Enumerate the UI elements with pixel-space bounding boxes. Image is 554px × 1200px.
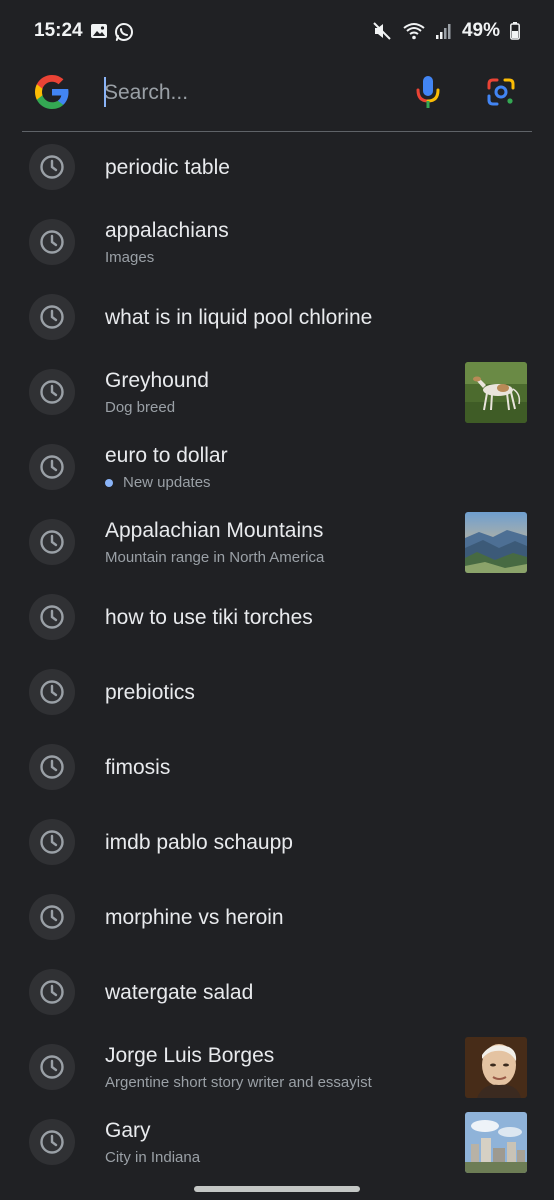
- update-label: New updates: [123, 474, 211, 491]
- history-item-subtitle: Argentine short story writer and essayis…: [105, 1074, 372, 1091]
- clock-icon: [29, 1044, 75, 1090]
- history-item-title: periodic table: [105, 155, 230, 179]
- history-item-text: fimosis: [105, 730, 454, 805]
- clock-icon: [29, 594, 75, 640]
- history-item[interactable]: Gary City in Indiana: [0, 1105, 554, 1180]
- history-item-title: Jorge Luis Borges: [105, 1044, 275, 1067]
- history-item[interactable]: Greyhound Dog breed: [0, 355, 554, 430]
- search-history-list: periodic table appalachians Images what …: [0, 130, 554, 1180]
- history-item-text: periodic table: [105, 130, 454, 205]
- search-bar: [0, 64, 554, 132]
- history-item[interactable]: imdb pablo schaupp: [0, 805, 554, 880]
- history-item-title: morphine vs heroin: [105, 905, 284, 929]
- history-item-subtitle: Images: [105, 249, 155, 266]
- text-cursor: [104, 77, 106, 107]
- clock-icon: [29, 444, 75, 490]
- history-item-title: imdb pablo schaupp: [105, 830, 293, 854]
- history-item-title: Greyhound: [105, 369, 209, 392]
- status-notification-icons: [90, 22, 134, 42]
- history-item-text: prebiotics: [105, 655, 454, 730]
- clock-icon: [29, 1119, 75, 1165]
- clock-icon: [29, 744, 75, 790]
- voice-search-button[interactable]: [412, 74, 444, 110]
- history-item-text: morphine vs heroin: [105, 880, 454, 955]
- search-input[interactable]: [104, 76, 384, 110]
- clock-icon: [29, 369, 75, 415]
- history-item[interactable]: prebiotics: [0, 655, 554, 730]
- history-item-title: what is in liquid pool chlorine: [105, 305, 373, 329]
- history-item-text: imdb pablo schaupp: [105, 805, 454, 880]
- battery-percent: 49%: [461, 20, 500, 41]
- history-item-title: Appalachian Mountains: [105, 519, 324, 542]
- status-bar: 15:24 49%: [0, 0, 554, 64]
- mountain-thumbnail: [465, 512, 527, 573]
- portrait-thumbnail: [465, 1037, 527, 1098]
- clock-icon: [29, 144, 75, 190]
- lens-button[interactable]: [485, 76, 517, 108]
- status-time: 15:24: [34, 20, 83, 41]
- history-item[interactable]: morphine vs heroin: [0, 880, 554, 955]
- history-item[interactable]: how to use tiki torches: [0, 580, 554, 655]
- mute-icon: [373, 22, 391, 40]
- history-item-text: Appalachian Mountains Mountain range in …: [105, 505, 454, 580]
- history-item-text: Greyhound Dog breed: [105, 355, 454, 430]
- history-item-text: what is in liquid pool chlorine: [105, 280, 454, 355]
- history-item-text: Gary City in Indiana: [105, 1105, 454, 1180]
- history-item-text: Jorge Luis Borges Argentine short story …: [105, 1030, 454, 1105]
- history-item[interactable]: fimosis: [0, 730, 554, 805]
- history-item-subtitle: New updates: [105, 474, 454, 491]
- clock-icon: [29, 894, 75, 940]
- wifi-icon: [403, 23, 425, 40]
- clock-icon: [29, 219, 75, 265]
- clock-icon: [29, 669, 75, 715]
- screen: 15:24 49% Search... periodic table appal…: [0, 0, 554, 1200]
- history-item-subtitle: Dog breed: [105, 399, 176, 416]
- history-item-text: how to use tiki torches: [105, 580, 454, 655]
- history-item[interactable]: what is in liquid pool chlorine: [0, 280, 554, 355]
- history-item-title: how to use tiki torches: [105, 605, 313, 629]
- history-item[interactable]: Appalachian Mountains Mountain range in …: [0, 505, 554, 580]
- history-item-title: appalachians: [105, 219, 229, 242]
- history-item[interactable]: Jorge Luis Borges Argentine short story …: [0, 1030, 554, 1105]
- history-item[interactable]: euro to dollar New updates: [0, 430, 554, 505]
- history-item-title: Gary: [105, 1119, 151, 1142]
- greyhound-thumbnail: [465, 362, 527, 423]
- update-dot-icon: [105, 478, 113, 487]
- history-item[interactable]: periodic table: [0, 130, 554, 205]
- history-item-title: fimosis: [105, 755, 171, 779]
- history-item-text: watergate salad: [105, 955, 454, 1030]
- city-thumbnail: [465, 1112, 527, 1173]
- gallery-icon: [91, 24, 107, 38]
- google-logo: [35, 75, 69, 109]
- history-item-subtitle: Mountain range in North America: [105, 549, 325, 566]
- clock-icon: [29, 294, 75, 340]
- history-item-text: appalachians Images: [105, 205, 454, 280]
- history-item-title: euro to dollar: [105, 444, 228, 467]
- status-right-icons: 49%: [372, 20, 520, 42]
- history-item-title: watergate salad: [105, 980, 254, 1004]
- whatsapp-icon: [115, 23, 133, 41]
- battery-icon: [510, 22, 520, 40]
- history-item-text: euro to dollar New updates: [105, 430, 454, 505]
- gesture-nav-handle[interactable]: [194, 1186, 360, 1192]
- clock-icon: [29, 819, 75, 865]
- history-item[interactable]: watergate salad: [0, 955, 554, 1030]
- lens-icon: [487, 78, 515, 106]
- history-item-subtitle: City in Indiana: [105, 1149, 201, 1166]
- clock-icon: [29, 969, 75, 1015]
- history-item-title: prebiotics: [105, 680, 195, 704]
- history-item[interactable]: appalachians Images: [0, 205, 554, 280]
- signal-icon: [435, 24, 451, 39]
- clock-icon: [29, 519, 75, 565]
- mic-icon: [416, 76, 440, 108]
